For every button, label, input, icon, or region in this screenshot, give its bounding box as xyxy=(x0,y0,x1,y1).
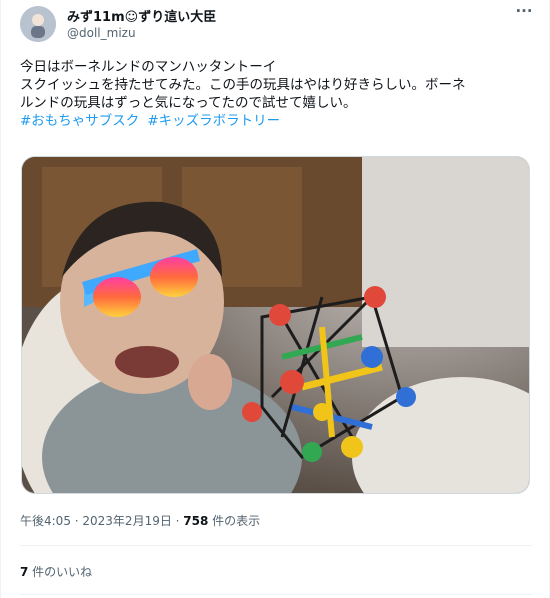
display-name[interactable]: みず11m☺ずり這い大臣 xyxy=(67,6,216,25)
avatar[interactable] xyxy=(20,6,56,42)
tweet-detail: みず11m☺ずり這い大臣 @doll_mizu ··· 今日はボーネルンドのマン… xyxy=(0,0,550,598)
timestamp[interactable]: 午後4:05 · 2023年2月19日 · xyxy=(20,514,183,528)
likes-label: 件のいいね xyxy=(28,565,93,579)
likes-stat[interactable]: 7 件のいいね xyxy=(20,563,92,580)
tweet-line: ルンドの玩具はずっと気になってたので試せて嬉しい。 xyxy=(20,95,357,111)
divider xyxy=(20,594,532,595)
hashtag-link[interactable]: #キッズラボラトリー xyxy=(147,113,280,129)
divider xyxy=(20,545,532,546)
user-handle[interactable]: @doll_mizu xyxy=(67,26,136,40)
views-count: 758 xyxy=(183,514,209,528)
tweet-photo[interactable] xyxy=(21,156,530,494)
views-label: 件の表示 xyxy=(208,514,261,528)
tweet-text: 今日はボーネルンドのマンハッタントーイ スクイッシュを持たせてみた。この手の玩具… xyxy=(20,58,535,130)
hashtag-link[interactable]: #おもちゃサブスク xyxy=(20,113,139,129)
tweet-line: スクイッシュを持たせてみた。この手の玩具はやはり好きらしい。ボーネ xyxy=(20,77,466,93)
tweet-metadata: 午後4:05 · 2023年2月19日 · 758 件の表示 xyxy=(20,512,260,529)
tweet-line: 今日はボーネルンドのマンハッタントーイ xyxy=(20,59,277,75)
hashtags: #おもちゃサブスク #キッズラボラトリー xyxy=(20,112,535,130)
more-options-icon[interactable]: ··· xyxy=(513,2,535,24)
